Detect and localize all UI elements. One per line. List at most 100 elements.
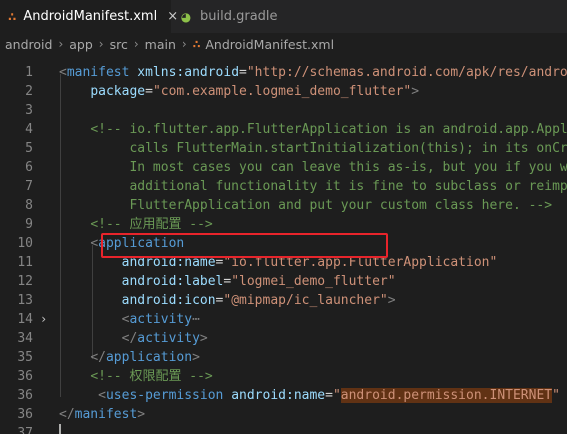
code-token: <!-- io.flutter.app.FlutterApplication i… (90, 122, 567, 137)
code-text: </manifest> (59, 405, 145, 424)
line-number: 9 (25, 217, 33, 232)
code-token: manifest (74, 407, 138, 422)
code-token: = (325, 388, 333, 403)
code-text: <!-- 应用配置 --> (59, 215, 213, 234)
line-number: 10 (17, 236, 33, 251)
code-text: android:icon="@mipmap/ic_launcher"> (59, 291, 396, 310)
code-token: = (239, 65, 247, 80)
fold-chevron-icon[interactable]: › (40, 310, 52, 329)
code-token: "logmei_demo_flutter" (231, 274, 396, 289)
chevron-right-icon: › (98, 37, 104, 51)
line-number: 12 (17, 274, 33, 289)
code-token: "http://schemas.android.com/apk/res/andr… (246, 65, 567, 80)
code-line[interactable]: 14 › <activity⋯ (0, 310, 567, 329)
code-line[interactable]: 37 (0, 424, 567, 434)
line-number: 36 (17, 369, 33, 384)
breadcrumb-item-src[interactable]: src (110, 37, 128, 52)
code-token: ⋯ (192, 312, 200, 327)
breadcrumb: android › app › src › main › ∴ AndroidMa… (0, 33, 567, 55)
code-token: </ (90, 350, 106, 365)
tab-label: build.gradle (200, 9, 278, 24)
code-text: </application> (59, 348, 200, 367)
gradle-icon: ◕ (180, 9, 192, 24)
code-line[interactable]: 35 </application> (0, 348, 567, 367)
line-number: 36 (17, 388, 33, 403)
code-token: activity (129, 312, 193, 327)
rss-icon: ∴ (192, 37, 201, 51)
code-line[interactable]: 9 <!-- 应用配置 --> (0, 215, 567, 234)
code-token: <!-- 应用配置 --> (90, 217, 213, 232)
code-token: "@mipmap/ic_launcher" (223, 293, 388, 308)
code-token: > (411, 84, 420, 99)
code-token: android:name (231, 388, 326, 403)
code-token: = (145, 84, 153, 99)
code-line[interactable]: 7 additional functionality it is fine to… (0, 177, 567, 196)
code-token: < (90, 236, 99, 251)
code-line[interactable]: 6 In most cases you can leave this as-is… (0, 158, 567, 177)
code-line[interactable]: 36 <!-- 权限配置 --> (0, 367, 567, 386)
code-token: android:icon (121, 293, 216, 308)
code-text: FlutterApplication and put your custom c… (59, 196, 552, 215)
chevron-right-icon: › (133, 37, 139, 51)
code-token: xmlns:android (137, 65, 240, 80)
line-number: 14 (17, 312, 33, 327)
line-number: 2 (25, 84, 33, 99)
line-number: 7 (25, 179, 33, 194)
code-line[interactable]: 4 <!-- io.flutter.app.FlutterApplication… (0, 120, 567, 139)
line-number: 37 (17, 426, 33, 434)
breadcrumb-item-android[interactable]: android (5, 37, 52, 52)
code-token: "com.example.logmei_demo_flutter" (152, 84, 412, 99)
code-token: < (98, 388, 106, 403)
line-number: 4 (25, 122, 33, 137)
code-text: <manifest xmlns:android="http://schemas.… (59, 63, 567, 82)
code-token: > (137, 407, 146, 422)
tab-label: AndroidManifest.xml (23, 9, 158, 24)
code-line[interactable]: 13 android:icon="@mipmap/ic_launcher"> (0, 291, 567, 310)
code-line[interactable]: 8 FlutterApplication and put your custom… (0, 196, 567, 215)
code-token: > (192, 350, 200, 365)
line-number: 5 (25, 141, 33, 156)
code-line[interactable]: 36 </manifest> (0, 405, 567, 424)
code-text: In most cases you can leave this as-is, … (59, 158, 567, 177)
breadcrumb-item-main[interactable]: main (145, 37, 176, 52)
code-token: < (59, 65, 67, 80)
breadcrumb-item-app[interactable]: app (69, 37, 93, 52)
code-line[interactable]: 5 calls FlutterMain.startInitialization(… (0, 139, 567, 158)
code-text: calls FlutterMain.startInitialization(th… (59, 139, 567, 158)
code-token: In most cases you can leave this as-is, … (59, 160, 567, 175)
code-text: <!-- io.flutter.app.FlutterApplication i… (59, 120, 567, 139)
code-text: android:label="logmei_demo_flutter" (59, 272, 396, 291)
code-text: <!-- 权限配置 --> (59, 367, 212, 386)
code-line[interactable]: 1 <manifest xmlns:android="http://schemas… (0, 63, 567, 82)
tab-androidmanifest[interactable]: ∴ AndroidManifest.xml × (0, 0, 178, 33)
line-number: 8 (25, 198, 33, 213)
code-token: calls FlutterMain.startInitialization(th… (59, 141, 567, 156)
code-token: </ (121, 331, 138, 346)
line-number: 3 (25, 103, 33, 118)
code-token: manifest (66, 65, 130, 80)
code-text: package="com.example.logmei_demo_flutter… (59, 82, 419, 101)
code-token: > (199, 331, 208, 346)
line-number: 36 (17, 407, 33, 422)
code-token: " (332, 388, 341, 403)
breadcrumb-item-file[interactable]: AndroidManifest.xml (205, 37, 334, 52)
code-token: android.permission.INTERNET (340, 388, 553, 403)
code-line[interactable]: 34 </activity> (0, 329, 567, 348)
code-line[interactable]: 3 (0, 101, 567, 120)
code-token: android:label (121, 274, 224, 289)
code-text: additional functionality it is fine to s… (59, 177, 567, 196)
code-line[interactable]: 2 package="com.example.logmei_demo_flutt… (0, 82, 567, 101)
code-token: uses-permission (105, 388, 224, 403)
code-line[interactable]: 36 <uses-permission android:name="androi… (0, 386, 567, 405)
chevron-right-icon: › (58, 37, 64, 51)
highlight-box (101, 233, 388, 258)
tab-build-gradle[interactable]: ◕ build.gradle (171, 0, 286, 33)
code-line[interactable]: 12 android:label="logmei_demo_flutter" (0, 272, 567, 291)
code-token: application (105, 350, 193, 365)
